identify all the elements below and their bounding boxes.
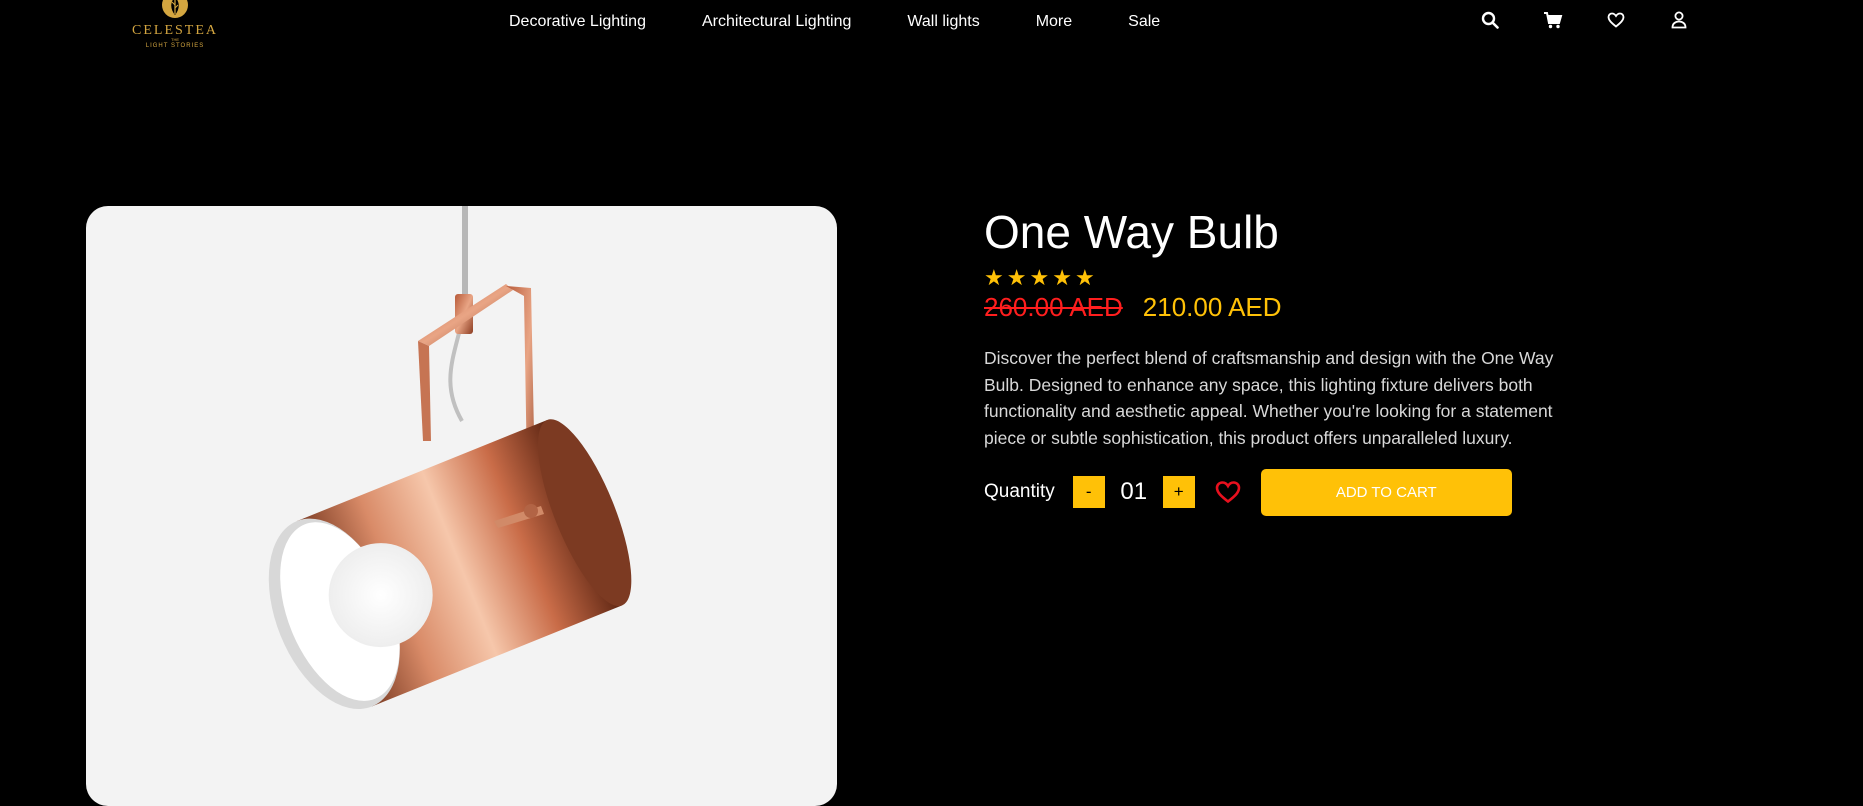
nav-item-architectural-lighting[interactable]: Architectural Lighting xyxy=(702,13,851,31)
search-button[interactable] xyxy=(1480,10,1500,30)
star-icon: ★ xyxy=(1029,265,1050,290)
quantity-decrement-button[interactable]: - xyxy=(1072,476,1105,508)
product-description: Discover the perfect blend of craftsmans… xyxy=(984,348,1554,448)
search-icon xyxy=(1481,11,1499,29)
star-icon: ★ xyxy=(1074,265,1095,290)
product-info: One Way Bulb ★ ★ ★ ★ ★ 260.00 AED 210.00… xyxy=(984,206,1564,516)
star-icon: ★ xyxy=(984,265,1004,290)
quantity-label: Quantity xyxy=(984,481,1055,502)
account-button[interactable] xyxy=(1669,10,1689,30)
wishlist-header-button[interactable] xyxy=(1606,10,1626,30)
nav-item-more[interactable]: More xyxy=(1036,13,1072,31)
add-to-cart-button[interactable]: ADD TO CART xyxy=(1260,468,1512,516)
add-to-wishlist-button[interactable] xyxy=(1213,477,1243,507)
sale-price: 210.00 AED xyxy=(1142,292,1282,322)
cart-button[interactable] xyxy=(1543,10,1563,30)
nav-item-decorative-lighting[interactable]: Decorative Lighting xyxy=(509,13,646,31)
quantity-value: 01 xyxy=(1120,478,1148,505)
leaf-logo-icon xyxy=(162,0,188,18)
brand-name: CELESTEA xyxy=(132,23,218,38)
quantity-increment-button[interactable]: + xyxy=(1162,476,1195,508)
user-icon xyxy=(1671,11,1687,29)
nav-item-wall-lights[interactable]: Wall lights xyxy=(907,13,979,31)
purchase-controls: Quantity - 01 + ADD TO CART xyxy=(984,468,1564,516)
price-block: 260.00 AED 210.00 AED xyxy=(984,292,1564,323)
site-header: CELESTEA THE LIGHT STORIES Decorative Li… xyxy=(0,0,1863,64)
product-image-card xyxy=(86,206,837,806)
star-icon: ★ xyxy=(1006,265,1027,290)
brand-logo[interactable]: CELESTEA THE LIGHT STORIES xyxy=(130,0,220,60)
product-title: One Way Bulb xyxy=(984,206,1279,258)
main-nav: Decorative Lighting Architectural Lighti… xyxy=(509,12,1216,32)
star-icon: ★ xyxy=(1052,265,1072,290)
product-image xyxy=(268,206,632,710)
header-actions xyxy=(1480,10,1689,30)
cart-icon xyxy=(1544,12,1563,29)
old-price: 260.00 AED xyxy=(984,292,1123,322)
heart-icon xyxy=(1607,12,1625,28)
heart-icon xyxy=(1215,481,1241,504)
brand-tagline: LIGHT STORIES xyxy=(145,43,205,49)
nav-item-sale[interactable]: Sale xyxy=(1128,13,1160,31)
rating-stars: ★ ★ ★ ★ ★ xyxy=(984,265,1564,290)
